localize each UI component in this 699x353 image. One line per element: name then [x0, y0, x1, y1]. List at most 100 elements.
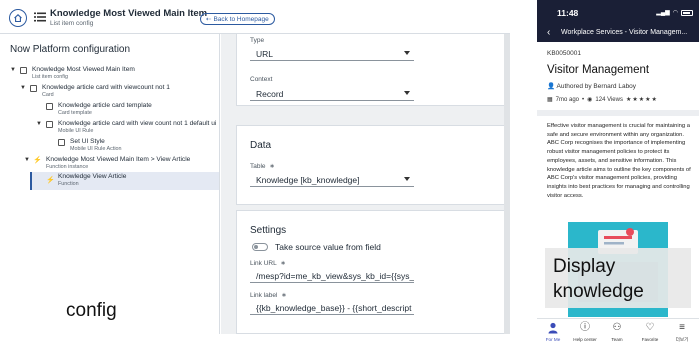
required-mark: ∗	[269, 163, 275, 170]
caret-down-icon	[404, 91, 410, 95]
mobile-preview: 11:48 ▂▄▆ ◠ ‹ Workplace Services - Visit…	[537, 0, 699, 353]
display-annotation-line1: Display	[553, 256, 616, 277]
type-select[interactable]: URL	[250, 47, 414, 61]
tree-node-ui-rule-action[interactable]: Set UI Style Mobile UI Rule Action	[48, 138, 215, 156]
bottom-tab-bar: For Me ⓘ Help center ⚇ Team ♡ Favorite ≡…	[537, 318, 699, 353]
tree-node-type: List item config	[32, 74, 68, 80]
tab-team[interactable]: ⚇ Team	[601, 322, 633, 342]
required-mark: ∗	[280, 260, 286, 267]
tab-favorite[interactable]: ♡ Favorite	[634, 322, 666, 342]
tree-node-type: Mobile UI Rule Action	[70, 146, 122, 152]
type-value: URL	[256, 49, 274, 59]
age-text: 7mo ago	[555, 96, 580, 103]
person-icon	[548, 322, 558, 334]
menu-icon: ≡	[679, 322, 685, 333]
author-line: 👤 Authored by Bernard Laboy	[547, 82, 636, 90]
home-button[interactable]	[9, 9, 27, 27]
rating-stars: ★★★★★	[625, 97, 658, 103]
display-annotation-line2: knowledge	[553, 281, 644, 302]
arrow-left-icon: ⇠	[206, 16, 212, 23]
tree-node-card[interactable]: ▼ Knowledge article card with viewcount …	[20, 84, 215, 102]
config-tree-panel: Now Platform configuration ▼ Knowledge M…	[0, 34, 220, 334]
tree-node-function[interactable]: ⚡ Knowledge View Article Function	[30, 172, 219, 190]
link-url-value: /mesp?id=me_kb_view&sys_kb_id={{sys_i	[256, 271, 414, 281]
chevron-down-icon: ▼	[24, 157, 30, 163]
config-annotation: config	[66, 300, 117, 321]
list-icon	[34, 12, 46, 22]
tab-label: Team	[611, 337, 623, 342]
tree-node-list-item[interactable]: ▼ Knowledge Most Viewed Main Item List i…	[10, 66, 215, 84]
chevron-down-icon: ▼	[20, 85, 26, 91]
tab-for-me[interactable]: For Me	[537, 322, 569, 342]
nav-bar: ‹ Workplace Services - Visitor Managem..…	[537, 24, 699, 42]
action-icon	[58, 139, 65, 146]
template-icon	[46, 103, 53, 110]
status-time: 11:48	[557, 8, 579, 18]
back-chevron-icon[interactable]: ‹	[547, 27, 550, 38]
tree-node-type: Function	[58, 181, 79, 187]
context-value: Record	[256, 89, 284, 99]
back-label: Back to Homepage	[213, 15, 269, 23]
dot-separator: •	[582, 96, 585, 103]
tree-node-label: Knowledge article card template	[58, 102, 152, 109]
card-icon	[30, 85, 37, 92]
function-icon: ⚡	[33, 157, 42, 164]
page-subtitle: List item config	[50, 20, 94, 27]
nav-title: Workplace Services - Visitor Managem...	[561, 29, 688, 36]
tree-node-label: Set UI Style	[70, 138, 105, 145]
back-to-homepage-button[interactable]: ⇠ Back to Homepage	[200, 13, 275, 25]
context-select[interactable]: Record	[250, 87, 414, 101]
status-icons: ▂▄▆ ◠	[656, 9, 693, 16]
team-icon: ⚇	[612, 322, 622, 333]
article-title: Visitor Management	[547, 64, 650, 76]
wifi-icon: ◠	[672, 10, 678, 16]
tree-node-ui-rule[interactable]: ▼ Knowledge article card with view count…	[36, 120, 220, 138]
link-url-input[interactable]: /mesp?id=me_kb_view&sys_kb_id={{sys_i	[250, 269, 414, 283]
eye-icon: ◉	[587, 97, 593, 103]
caret-down-icon	[404, 177, 410, 181]
tab-help-center[interactable]: ⓘ Help center	[569, 322, 601, 342]
settings-section-title: Settings	[250, 225, 287, 236]
tab-more[interactable]: ≡ 더보기	[666, 322, 698, 343]
link-label-value: {{kb_knowledge_base}} - {{short_descript	[256, 303, 412, 313]
calendar-icon: ▦	[547, 97, 553, 103]
table-select[interactable]: Knowledge [kb_knowledge]	[250, 173, 414, 187]
table-label-text: Table	[250, 163, 266, 170]
link-label-input[interactable]: {{kb_knowledge_base}} - {{short_descript	[250, 301, 414, 315]
tree-node-type: Mobile UI Rule	[58, 128, 94, 134]
article-meta: ▦ 7mo ago • ◉ 124 Views ★★★★★	[547, 96, 658, 104]
link-label-label-text: Link label	[250, 292, 278, 299]
tree-node-label: Knowledge View Article	[58, 173, 127, 180]
page-title: Knowledge Most Viewed Main Item	[50, 8, 208, 19]
caret-down-icon	[404, 51, 410, 55]
display-annotation: Display knowledge	[553, 254, 644, 304]
heart-icon: ♡	[645, 322, 655, 333]
battery-icon	[681, 9, 693, 16]
tree-node-card-template[interactable]: Knowledge article card template Card tem…	[36, 102, 215, 120]
form-area: Type URL Context Record Data Table ∗ Kno…	[221, 34, 510, 334]
table-value: Knowledge [kb_knowledge]	[256, 175, 360, 185]
link-url-label: Link URL ∗	[250, 259, 286, 267]
section-divider	[537, 110, 699, 116]
tree-node-type: Function instance	[46, 164, 89, 170]
config-app: Knowledge Most Viewed Main Item List ite…	[0, 0, 510, 353]
table-label: Table ∗	[250, 162, 275, 170]
tree-node-label: Knowledge article card with viewcount no…	[42, 84, 170, 91]
data-section-title: Data	[250, 140, 272, 151]
tree-node-label: Knowledge Most Viewed Main Item > View A…	[46, 156, 191, 163]
status-bar: 11:48 ▂▄▆ ◠	[537, 0, 699, 24]
source-value-toggle[interactable]	[252, 243, 268, 251]
screenshot-root: Knowledge Most Viewed Main Item List ite…	[0, 0, 699, 353]
link-url-label-text: Link URL	[250, 260, 277, 267]
app-header: Knowledge Most Viewed Main Item List ite…	[0, 0, 510, 34]
tree-node-type: Card template	[58, 110, 92, 116]
article-body: Effective visitor management is crucial …	[547, 123, 691, 199]
required-mark: ∗	[281, 292, 287, 299]
tab-label: Help center	[573, 337, 597, 342]
kb-number: KB0050001	[547, 50, 581, 57]
list-icon	[20, 67, 27, 74]
form-scrollbar[interactable]	[504, 34, 510, 334]
tree-node-label: Knowledge article card with view count n…	[58, 120, 217, 127]
author-text: Authored by Bernard Laboy	[556, 83, 637, 90]
tab-label: 더보기	[675, 337, 689, 342]
